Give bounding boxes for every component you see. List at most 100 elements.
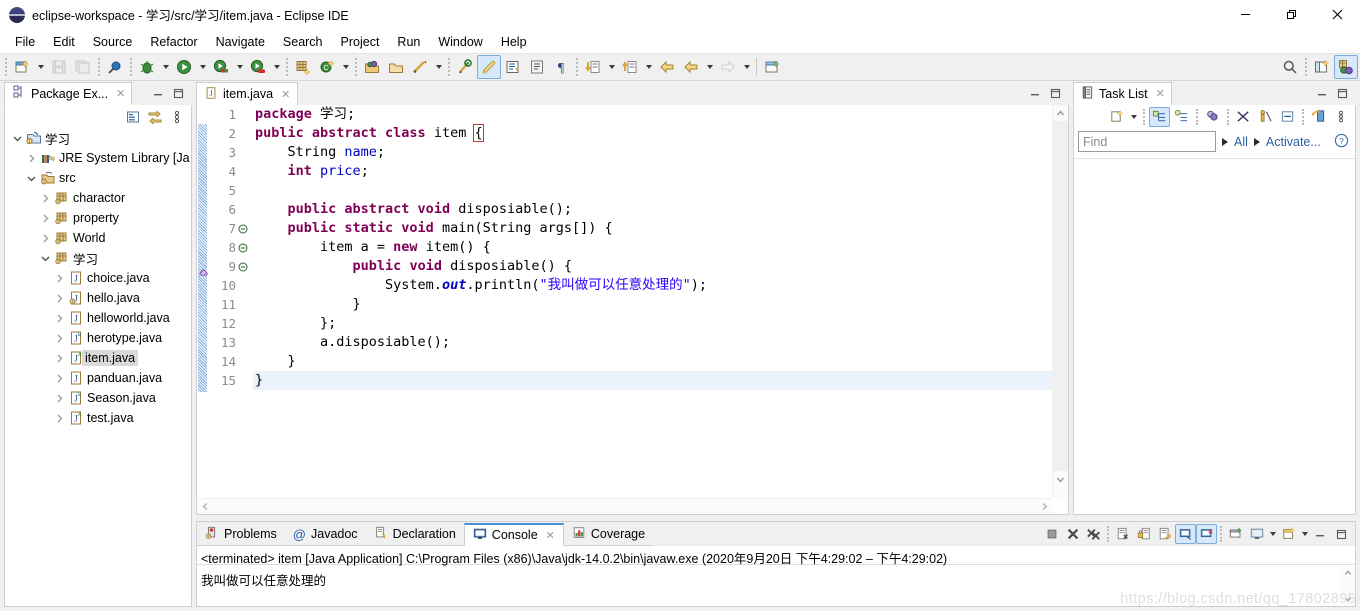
chevron-right-icon[interactable] [37, 194, 53, 203]
chevron-right-icon[interactable] [37, 214, 53, 223]
clear-console-button[interactable] [1112, 524, 1133, 544]
menu-refactor[interactable]: Refactor [141, 32, 206, 52]
next-annotation-dropdown[interactable] [605, 55, 618, 79]
scroll-up-icon[interactable] [1053, 105, 1068, 121]
chevron-right-icon[interactable] [51, 294, 67, 303]
project-tree[interactable]: ! 学习 JRE System Library [Ja ! src ! char… [5, 128, 191, 606]
chevron-down-icon[interactable] [9, 134, 25, 143]
chevron-down-icon[interactable] [23, 174, 39, 183]
code-line[interactable] [253, 181, 1052, 200]
remove-all-terminated-button[interactable] [1083, 524, 1104, 544]
pilcrow-button[interactable]: ¶ [549, 55, 573, 79]
tree-row[interactable]: ! property [5, 208, 191, 228]
open-type-button[interactable] [360, 55, 384, 79]
word-wrap-button[interactable] [1154, 524, 1175, 544]
filter-all-arrow-icon[interactable] [1222, 137, 1228, 146]
tree-row[interactable]: ! World [5, 228, 191, 248]
code-line[interactable]: public static void main(String args[]) { [253, 219, 1052, 238]
view-menu-button[interactable] [166, 107, 187, 127]
menu-window[interactable]: Window [429, 32, 491, 52]
minimize-icon[interactable] [153, 88, 164, 102]
chevron-right-icon[interactable] [51, 334, 67, 343]
tree-row[interactable]: JRE System Library [Ja [5, 148, 191, 168]
open-perspective-button[interactable] [1310, 55, 1334, 79]
search-pencil-button[interactable] [408, 55, 432, 79]
tab-javadoc[interactable]: @ Javadoc [284, 523, 366, 546]
tab-coverage[interactable]: Coverage [563, 523, 654, 546]
focus-on-workweek-button[interactable] [1202, 107, 1223, 127]
terminate-button[interactable] [1041, 524, 1062, 544]
show-console-view-button[interactable] [1246, 524, 1267, 544]
scroll-down-icon[interactable] [1341, 592, 1355, 606]
open-console-button[interactable] [1225, 524, 1246, 544]
code-line[interactable]: System.out.println("我叫做可以任意处理的"); [253, 276, 1052, 295]
maximize-icon[interactable] [1337, 88, 1348, 102]
scroll-thumb[interactable] [1053, 121, 1068, 471]
mark-occurrences-button[interactable] [477, 55, 501, 79]
close-icon[interactable]: ✕ [546, 529, 555, 542]
scheduled-presentation-button[interactable] [1171, 107, 1192, 127]
new-class-button[interactable]: C [315, 55, 339, 79]
minimize-icon[interactable] [1317, 88, 1328, 102]
last-edit-location-button[interactable] [453, 55, 477, 79]
code-line[interactable]: } [253, 295, 1052, 314]
tree-row[interactable]: J choice.java [5, 268, 191, 288]
close-button[interactable] [1314, 0, 1360, 30]
synchronize-button[interactable] [1308, 107, 1329, 127]
menu-file[interactable]: File [6, 32, 44, 52]
run-dropdown[interactable] [196, 55, 209, 79]
block-selection-button[interactable] [501, 55, 525, 79]
maximize-icon[interactable] [173, 88, 184, 102]
new-wizard-dropdown[interactable] [34, 55, 47, 79]
coverage-button[interactable] [209, 55, 233, 79]
new-class-dropdown[interactable] [339, 55, 352, 79]
scroll-left-icon[interactable] [197, 499, 213, 514]
tree-row[interactable]: J helloworld.java [5, 308, 191, 328]
code-line[interactable]: int price; [253, 162, 1052, 181]
close-icon[interactable]: ✕ [116, 87, 125, 100]
external-tools-dropdown[interactable] [270, 55, 283, 79]
activate-link[interactable]: Activate... [1266, 135, 1321, 149]
code-line[interactable]: package 学习; [253, 105, 1052, 124]
scroll-down-icon[interactable] [1053, 471, 1068, 487]
tab-item-java[interactable]: J item.java ✕ [196, 82, 299, 105]
tab-problems[interactable]: ! Problems [197, 523, 285, 546]
restore-button[interactable] [1268, 0, 1314, 30]
maximize-icon[interactable] [1050, 88, 1061, 102]
next-annotation-button[interactable] [581, 55, 605, 79]
code-line[interactable]: public abstract class item { [253, 124, 1052, 143]
tree-row[interactable]: J A test.java [5, 408, 191, 428]
menu-search[interactable]: Search [274, 32, 332, 52]
search-pencil-dropdown[interactable] [432, 55, 445, 79]
pin-console-button[interactable] [1175, 524, 1196, 544]
menu-run[interactable]: Run [388, 32, 429, 52]
fold-collapse-icon[interactable] [237, 224, 249, 234]
chevron-right-icon[interactable] [51, 374, 67, 383]
new-package-button[interactable] [291, 55, 315, 79]
debug-button[interactable] [135, 55, 159, 79]
find-input[interactable]: Find [1078, 131, 1216, 152]
link-editor-button[interactable] [144, 107, 165, 127]
show-whitespace-button[interactable] [525, 55, 549, 79]
previous-annotation-dropdown[interactable] [642, 55, 655, 79]
display-selected-console-button[interactable] [1196, 524, 1217, 544]
collapse-all-button[interactable] [1277, 107, 1298, 127]
tab-task-list[interactable]: Task List ✕ [1073, 82, 1172, 105]
tree-row[interactable]: ! 学习 [5, 128, 191, 148]
activate-arrow-icon[interactable] [1253, 137, 1260, 146]
tree-row[interactable]: J panduan.java [5, 368, 191, 388]
new-wizard-button[interactable] [10, 55, 34, 79]
focus-on-active-task-button[interactable] [1255, 107, 1276, 127]
pin-editor-button[interactable] [760, 55, 784, 79]
code-line-current[interactable]: } [253, 371, 1052, 390]
forward-dropdown[interactable] [740, 55, 753, 79]
source-code[interactable]: package 学习; public abstract class item {… [253, 105, 1052, 498]
menu-help[interactable]: Help [492, 32, 536, 52]
close-icon[interactable]: ✕ [1156, 87, 1165, 100]
help-question-icon[interactable]: ? [1334, 133, 1349, 151]
back-button[interactable] [655, 55, 679, 79]
code-line[interactable]: item a = new item() { [253, 238, 1052, 257]
menu-project[interactable]: Project [332, 32, 389, 52]
external-tools-button[interactable] [246, 55, 270, 79]
print-button[interactable] [103, 55, 127, 79]
